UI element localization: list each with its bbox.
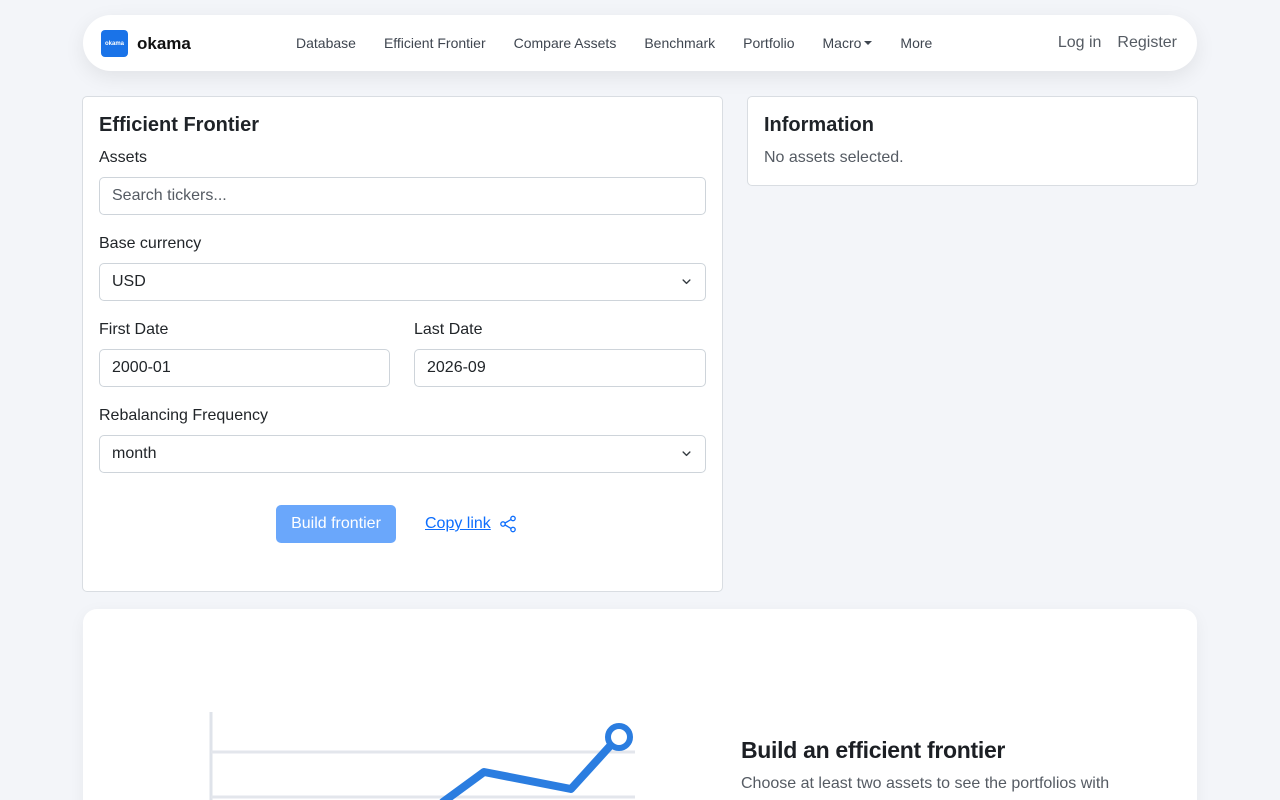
nav-dropdown-macro[interactable]: Macro	[823, 35, 873, 51]
base-currency-value: USD	[112, 273, 146, 290]
first-date-value: 2000-01	[112, 359, 171, 376]
nav-link-efficient-frontier[interactable]: Efficient Frontier	[384, 35, 486, 51]
brand-name: okama	[137, 33, 191, 53]
rebalancing-label: Rebalancing Frequency	[99, 407, 268, 424]
nav-link-macro-label: Macro	[822, 35, 862, 51]
login-link[interactable]: Log in	[1058, 34, 1102, 52]
illustration-endpoint	[605, 723, 633, 751]
assets-search-input[interactable]	[99, 177, 706, 215]
copy-link-label: Copy link	[425, 515, 491, 532]
empty-state-title: Build an efficient frontier	[741, 737, 1006, 763]
register-link[interactable]: Register	[1117, 34, 1177, 52]
last-date-label: Last Date	[414, 321, 483, 338]
nav-link-database[interactable]: Database	[296, 35, 356, 51]
nav-link-portfolio[interactable]: Portfolio	[743, 35, 794, 51]
brand[interactable]: okama okama	[101, 30, 191, 57]
assets-label: Assets	[99, 149, 148, 166]
frontier-illustration	[209, 712, 635, 800]
nav-link-more[interactable]: More	[900, 35, 932, 51]
first-date-input[interactable]: 2000-01	[99, 349, 390, 387]
top-navbar: okama okama Database Efficient Frontier …	[83, 15, 1197, 71]
information-card: Information No assets selected.	[747, 96, 1198, 186]
empty-state-card: Build an efficient frontier Choose at le…	[83, 609, 1197, 800]
form-title: Efficient Frontier	[99, 114, 260, 136]
nav-links: Database Efficient Frontier Compare Asse…	[296, 15, 960, 71]
auth-links: Log in Register	[1042, 15, 1177, 71]
efficient-frontier-form-card: Efficient Frontier Assets Base currency …	[82, 96, 723, 592]
chevron-down-icon	[682, 451, 691, 457]
build-frontier-button[interactable]: Build frontier	[276, 505, 396, 543]
base-currency-label: Base currency	[99, 235, 202, 252]
caret-down-icon	[864, 41, 873, 45]
copy-link-button[interactable]: Copy link	[425, 505, 517, 543]
information-title: Information	[764, 114, 874, 136]
brand-logo-icon: okama	[101, 30, 128, 57]
rebalancing-value: month	[112, 445, 157, 462]
information-text: No assets selected.	[764, 149, 904, 166]
rebalancing-select[interactable]: month	[99, 435, 706, 473]
empty-state-subtitle: Choose at least two assets to see the po…	[741, 775, 1110, 792]
nav-link-compare-assets[interactable]: Compare Assets	[514, 35, 617, 51]
last-date-input[interactable]: 2026-09	[414, 349, 706, 387]
chevron-down-icon	[682, 279, 691, 285]
illustration-line	[439, 742, 614, 800]
base-currency-select[interactable]: USD	[99, 263, 706, 301]
last-date-value: 2026-09	[427, 359, 486, 376]
nav-link-benchmark[interactable]: Benchmark	[644, 35, 715, 51]
share-icon	[499, 515, 516, 533]
first-date-label: First Date	[99, 321, 169, 338]
